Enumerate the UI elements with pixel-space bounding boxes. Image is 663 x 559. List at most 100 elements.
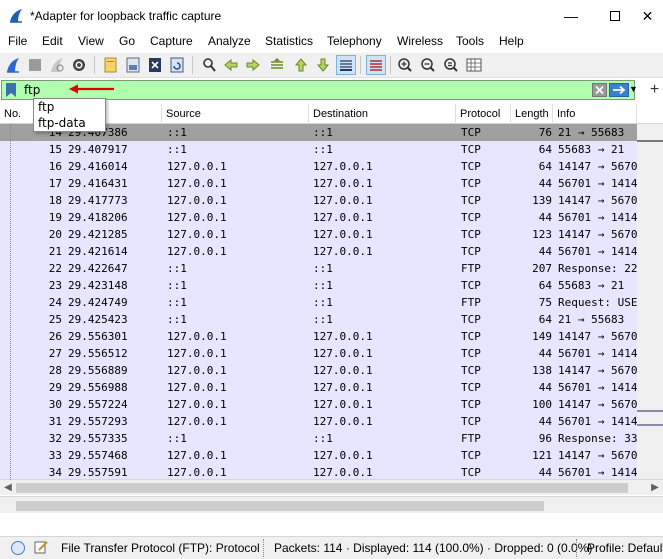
- menu-telephony[interactable]: Telephony: [327, 34, 382, 48]
- scrollbar-mark: [637, 410, 663, 412]
- menu-go[interactable]: Go: [119, 34, 135, 48]
- packet-list-horizontal-scrollbar[interactable]: ◀ ▶: [0, 479, 663, 495]
- bookmark-icon[interactable]: [5, 83, 17, 97]
- last-packet-button[interactable]: [314, 56, 332, 74]
- capture-comment-icon[interactable]: [33, 539, 49, 558]
- open-file-button[interactable]: [102, 56, 120, 74]
- stop-capture-button[interactable]: [26, 56, 44, 74]
- menu-statistics[interactable]: Statistics: [265, 34, 313, 48]
- packet-destination: ::1: [313, 296, 333, 309]
- table-row[interactable]: 27 29.556512 127.0.0.1 127.0.0.1 TCP 44 56701 …: [0, 345, 663, 362]
- packet-source: ::1: [167, 143, 187, 156]
- resize-columns-button[interactable]: [465, 56, 483, 74]
- table-row[interactable]: 32 29.557335::1::1 FTP 96 Response: 33: [0, 430, 663, 447]
- menu-file[interactable]: File: [8, 34, 27, 48]
- autoscroll-button[interactable]: [336, 55, 356, 75]
- table-row[interactable]: 29 29.556988 127.0.0.1 127.0.0.1 TCP 44 56701 …: [0, 379, 663, 396]
- table-row[interactable]: 34 29.557591 127.0.0.1 127.0.0.1 TCP 44 56701 …: [0, 464, 663, 480]
- packet-length: 64: [538, 279, 552, 292]
- column-info[interactable]: Info: [553, 104, 637, 124]
- menu-view[interactable]: View: [78, 34, 104, 48]
- autocomplete-item-ftp[interactable]: ftp: [34, 99, 105, 115]
- filter-history-dropdown-icon[interactable]: ▼: [629, 84, 638, 94]
- colorize-icon: [370, 60, 382, 71]
- table-row[interactable]: 20 29.421285 127.0.0.1 127.0.0.1 TCP 123 14147…: [0, 226, 663, 243]
- table-row[interactable]: 33 29.557468 127.0.0.1 127.0.0.1 TCP 121 14147…: [0, 447, 663, 464]
- column-length[interactable]: Length: [511, 104, 553, 124]
- scrollbar-thumb[interactable]: [16, 483, 628, 493]
- first-packet-button[interactable]: [292, 56, 310, 74]
- toolbar-separator: [390, 56, 391, 74]
- close-file-button[interactable]: [146, 56, 164, 74]
- packet-list-minimap-scrollbar[interactable]: [637, 124, 663, 480]
- table-row[interactable]: 23 29.423148::1::1 TCP 64 55683 → 21: [0, 277, 663, 294]
- packet-destination: 127.0.0.1: [313, 245, 373, 258]
- table-row[interactable]: 25 29.425423::1::1 TCP 64 21 → 55683: [0, 311, 663, 328]
- packet-time: 29.556512: [68, 347, 128, 360]
- table-row[interactable]: 28 29.556889 127.0.0.1 127.0.0.1 TCP 138 14147…: [0, 362, 663, 379]
- packet-length: 44: [538, 381, 552, 394]
- packet-source: ::1: [167, 126, 187, 139]
- table-row[interactable]: 18 29.417773 127.0.0.1 127.0.0.1 TCP 139 14147…: [0, 192, 663, 209]
- reload-file-button[interactable]: [168, 56, 186, 74]
- clear-filter-icon[interactable]: [592, 83, 607, 97]
- table-row[interactable]: 15 29.407917::1::1 TCP 64 55683 → 21: [0, 141, 663, 158]
- capture-options-button[interactable]: [70, 56, 88, 74]
- column-destination[interactable]: Destination: [309, 104, 456, 124]
- packet-time: 29.425423: [68, 313, 128, 326]
- packet-protocol: TCP: [461, 381, 481, 394]
- zoom-out-button[interactable]: [419, 56, 437, 74]
- packet-source: ::1: [167, 313, 187, 326]
- table-row[interactable]: 19 29.418206 127.0.0.1 127.0.0.1 TCP 44 56701 …: [0, 209, 663, 226]
- scroll-right-icon[interactable]: ▶: [647, 480, 663, 496]
- packet-destination: ::1: [313, 279, 333, 292]
- go-to-packet-button[interactable]: [268, 56, 286, 74]
- colorize-button[interactable]: [366, 55, 386, 75]
- menu-analyze[interactable]: Analyze: [208, 34, 251, 48]
- packet-info: 14147 → 5670: [558, 160, 638, 173]
- start-capture-button[interactable]: [4, 56, 22, 74]
- menu-tools[interactable]: Tools: [456, 34, 484, 48]
- scrollbar-thumb[interactable]: [16, 501, 544, 511]
- table-row[interactable]: 24 29.424749::1::1 FTP 75 Request: USE: [0, 294, 663, 311]
- go-back-button[interactable]: [222, 56, 240, 74]
- menu-help[interactable]: Help: [499, 34, 524, 48]
- autocomplete-item-ftp-data[interactable]: ftp-data: [34, 115, 105, 131]
- reload-icon: [170, 57, 184, 73]
- close-button[interactable]: ✕: [632, 0, 663, 32]
- save-file-button[interactable]: [124, 56, 142, 74]
- table-row[interactable]: 31 29.557293 127.0.0.1 127.0.0.1 TCP 44 56701 …: [0, 413, 663, 430]
- column-protocol[interactable]: Protocol: [456, 104, 511, 124]
- maximize-icon: [610, 11, 620, 21]
- packet-length: 44: [538, 415, 552, 428]
- scroll-left-icon[interactable]: ◀: [0, 480, 16, 496]
- packet-time: 29.416431: [68, 177, 128, 190]
- profile-status[interactable]: Profile: Default: [587, 541, 663, 555]
- table-row[interactable]: 30 29.557224 127.0.0.1 127.0.0.1 TCP 100 14147…: [0, 396, 663, 413]
- menu-edit[interactable]: Edit: [42, 34, 63, 48]
- packet-source: ::1: [167, 432, 187, 445]
- table-row[interactable]: 16 29.416014 127.0.0.1 127.0.0.1 TCP 64 14147 …: [0, 158, 663, 175]
- add-filter-button[interactable]: +: [646, 80, 663, 100]
- packet-protocol: TCP: [461, 143, 481, 156]
- packet-protocol: TCP: [461, 449, 481, 462]
- table-row[interactable]: 22 29.422647::1::1 FTP 207 Response: 22: [0, 260, 663, 277]
- packet-source: 127.0.0.1: [167, 245, 227, 258]
- go-forward-button[interactable]: [244, 56, 262, 74]
- packet-protocol: TCP: [461, 245, 481, 258]
- zoom-in-button[interactable]: [396, 56, 414, 74]
- find-packet-button[interactable]: [200, 56, 218, 74]
- minimize-button[interactable]: —: [548, 0, 594, 32]
- column-source[interactable]: Source: [162, 104, 309, 124]
- table-row[interactable]: 26 29.556301 127.0.0.1 127.0.0.1 TCP 149 14147…: [0, 328, 663, 345]
- details-horizontal-scrollbar[interactable]: [0, 496, 663, 513]
- ready-circle-icon[interactable]: [10, 540, 26, 559]
- restart-capture-button[interactable]: [48, 56, 66, 74]
- menu-wireless[interactable]: Wireless: [397, 34, 443, 48]
- menu-capture[interactable]: Capture: [150, 34, 193, 48]
- packet-protocol: FTP: [461, 296, 481, 309]
- table-row[interactable]: 17 29.416431 127.0.0.1 127.0.0.1 TCP 44 56701 …: [0, 175, 663, 192]
- table-row[interactable]: 21 29.421614 127.0.0.1 127.0.0.1 TCP 44 56701 …: [0, 243, 663, 260]
- normal-size-button[interactable]: [442, 56, 460, 74]
- zoom-out-icon: [421, 58, 435, 72]
